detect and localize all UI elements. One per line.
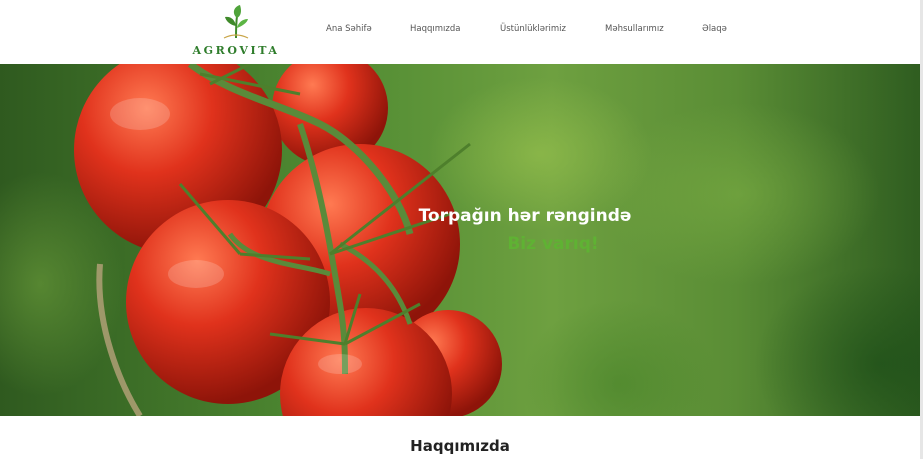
site-header: AGROVITA Ana Səhifə Haqqımızda Üstünlükl… <box>0 0 923 64</box>
nav-about[interactable]: Haqqımızda <box>410 24 460 34</box>
hero-title: Torpağın hər rəngində <box>418 206 632 226</box>
nav-contact[interactable]: Əlaqə <box>702 24 727 34</box>
main-nav: Ana Səhifə Haqqımızda Üstünlüklərimiz Mə… <box>0 24 923 38</box>
nav-home[interactable]: Ana Səhifə <box>326 24 372 34</box>
about-section-title: Haqqımızda <box>410 437 510 455</box>
nav-advantages[interactable]: Üstünlüklərimiz <box>500 24 566 34</box>
nav-products[interactable]: Məhsullarımız <box>605 24 664 34</box>
hero-subtitle: Biz varıq! <box>507 234 599 254</box>
logo-text: AGROVITA <box>192 44 280 57</box>
hero-banner: Torpağın hər rəngində Biz varıq! <box>0 64 920 416</box>
